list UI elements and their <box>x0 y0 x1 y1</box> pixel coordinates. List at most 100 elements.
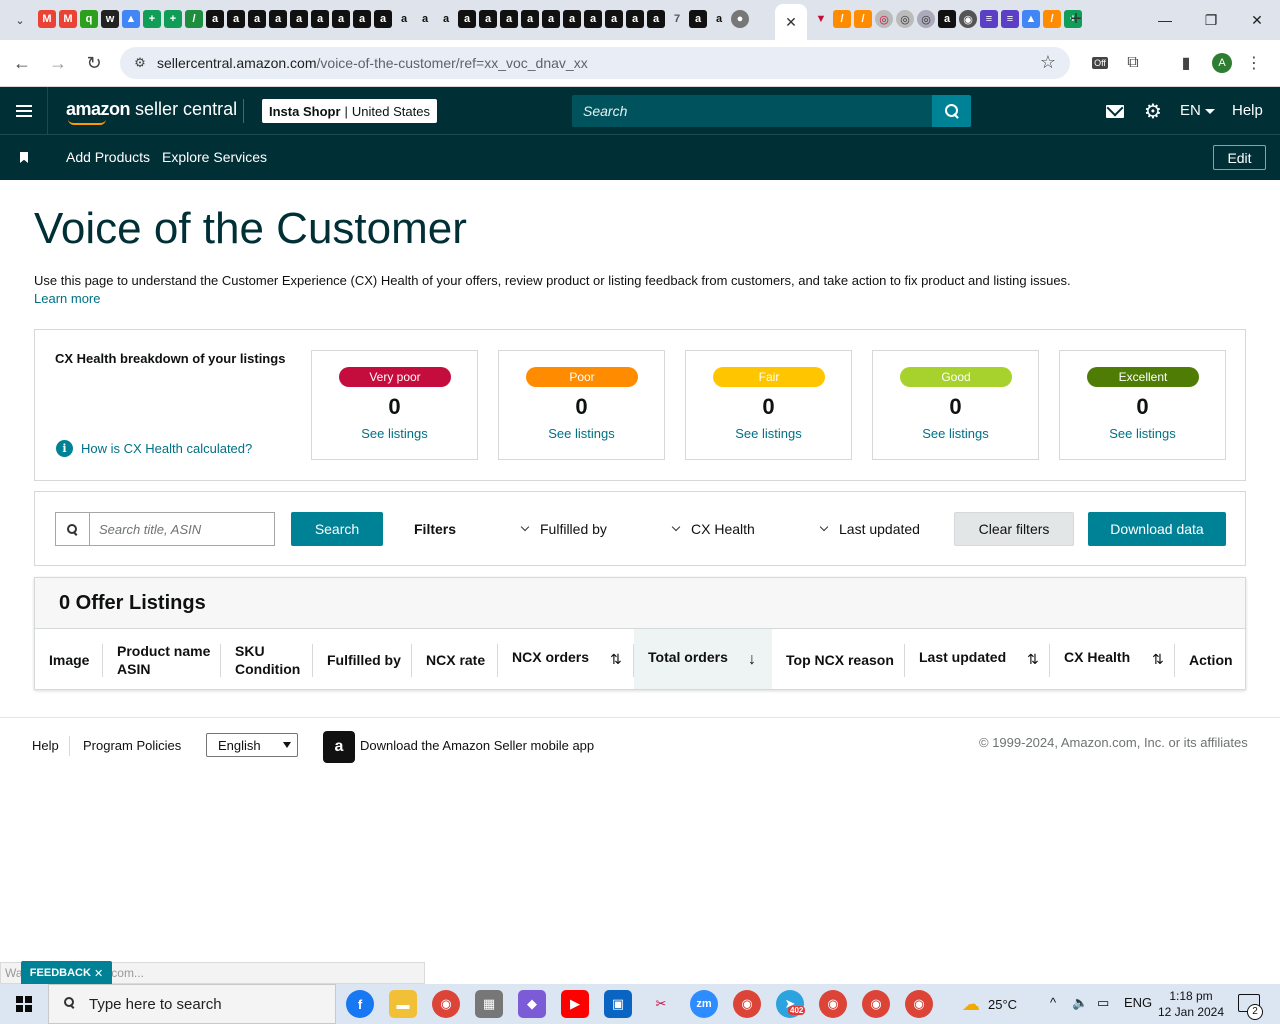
taskbar-clock[interactable]: 1:18 pm 12 Jan 2024 <box>1156 988 1226 1020</box>
youtube-icon[interactable]: ▶ <box>561 990 589 1018</box>
facebook-icon[interactable]: f <box>346 990 374 1018</box>
amazon-smile-tab-icon[interactable]: a <box>437 10 455 28</box>
see-listings-good-link[interactable]: See listings <box>873 426 1038 441</box>
help-link[interactable]: Help <box>1232 102 1263 119</box>
chrome-icon[interactable]: ◉ <box>432 990 460 1018</box>
app-tab-icon[interactable]: ◎ <box>896 10 914 28</box>
amazon-smile-tab-icon[interactable]: a <box>395 10 413 28</box>
chrome-profile-icon[interactable]: ◉ <box>905 990 933 1018</box>
profile-avatar[interactable]: A <box>1212 53 1232 73</box>
amazon-smile-tab-icon[interactable]: a <box>416 10 434 28</box>
sort-descending-icon[interactable]: ↓ <box>748 651 756 669</box>
app-tab-icon[interactable]: / <box>854 10 872 28</box>
feedback-button[interactable]: FEEDBACK ✕ <box>21 961 112 985</box>
amazon-tab-icon[interactable]: a <box>563 10 581 28</box>
sort-icon[interactable]: ⇅ <box>610 651 622 668</box>
bookmark-star-icon[interactable]: ☆ <box>1040 52 1056 73</box>
last-updated-dropdown[interactable]: Last updated <box>819 521 920 537</box>
chrome-tab-icon[interactable]: ◉ <box>959 10 977 28</box>
close-tab-icon[interactable]: ✕ <box>785 14 797 31</box>
volume-icon[interactable]: 🔈 <box>1072 995 1088 1011</box>
back-icon[interactable]: ← <box>10 51 34 75</box>
cx-health-dropdown[interactable]: CX Health <box>671 521 755 537</box>
header-search-button[interactable] <box>932 95 971 127</box>
seller-central-logo[interactable]: amazon seller central <box>66 99 237 125</box>
bookmark-icon[interactable] <box>20 152 28 163</box>
telegram-icon[interactable]: ➤ 402 <box>776 990 806 1018</box>
amazon-tab-icon[interactable]: a <box>206 10 224 28</box>
cx-health-calculation-link[interactable]: i How is CX Health calculated? <box>56 440 252 457</box>
app-tab-icon[interactable]: ◎ <box>875 10 893 28</box>
see-listings-excellent-link[interactable]: See listings <box>1060 426 1225 441</box>
sort-icon[interactable]: ⇅ <box>1027 651 1039 668</box>
column-ncx-orders[interactable]: NCX orders ⇅ <box>512 629 630 689</box>
header-search-input[interactable]: Search <box>572 95 932 127</box>
close-window-icon[interactable]: ✕ <box>1234 0 1280 40</box>
taskbar-search-input[interactable]: Type here to search <box>48 984 336 1024</box>
input-language[interactable]: ENG <box>1124 995 1152 1010</box>
messages-mail-icon[interactable] <box>1103 99 1127 123</box>
extensions-puzzle-icon[interactable]: ⧉ <box>1121 51 1145 75</box>
program-policies-link[interactable]: Program Policies <box>83 738 181 753</box>
globe-tab-icon[interactable]: ● <box>731 10 749 28</box>
new-tab-button[interactable]: + <box>1066 8 1086 30</box>
app-tab-icon[interactable]: 7 <box>668 10 686 28</box>
side-panel-icon[interactable]: ▮ <box>1174 51 1198 75</box>
amazon-tab-icon[interactable]: a <box>542 10 560 28</box>
amazon-tab-icon[interactable]: a <box>269 10 287 28</box>
amazon-tab-icon[interactable]: a <box>521 10 539 28</box>
footer-help-link[interactable]: Help <box>32 738 59 753</box>
minimize-icon[interactable]: — <box>1142 0 1188 40</box>
chrome-profile-icon[interactable]: ◉ <box>819 990 847 1018</box>
see-listings-poor-link[interactable]: See listings <box>499 426 664 441</box>
amazon-seller-app-icon[interactable]: a <box>323 731 355 763</box>
tab-search-icon[interactable]: ⌄ <box>8 8 32 32</box>
windows-start-icon[interactable] <box>0 984 48 1024</box>
app-tab-icon[interactable]: / <box>185 10 203 28</box>
listing-search-button[interactable]: Search <box>291 512 383 546</box>
amazon-tab-icon[interactable]: a <box>626 10 644 28</box>
footer-language-select[interactable]: English <box>206 733 298 757</box>
amazon-tab-icon[interactable]: a <box>290 10 308 28</box>
amazon-tab-icon[interactable]: a <box>647 10 665 28</box>
see-listings-very-poor-link[interactable]: See listings <box>312 426 477 441</box>
hamburger-menu-icon[interactable] <box>0 87 48 135</box>
app-tab-icon[interactable]: ▼ <box>812 10 830 28</box>
copilot-icon[interactable]: ◆ <box>518 990 546 1018</box>
drive-tab-icon[interactable]: ▲ <box>122 10 140 28</box>
explore-services-link[interactable]: Explore Services <box>162 149 267 165</box>
amazon-tab-icon[interactable]: a <box>584 10 602 28</box>
forward-icon[interactable]: → <box>46 51 70 75</box>
calculator-icon[interactable]: ▦ <box>475 990 503 1018</box>
amazon-tab-icon[interactable]: a <box>479 10 497 28</box>
amazon-smile-tab-icon[interactable]: a <box>710 10 728 28</box>
close-icon[interactable]: ✕ <box>94 967 103 980</box>
sheets-tab-icon[interactable]: + <box>164 10 182 28</box>
amazon-tab-icon[interactable]: a <box>332 10 350 28</box>
app-tab-icon[interactable]: / <box>833 10 851 28</box>
omnibox[interactable]: ⚙ sellercentral.amazon.com/voice-of-the-… <box>120 47 1070 79</box>
column-last-updated[interactable]: Last updated ⇅ <box>919 629 1044 689</box>
column-cx-health[interactable]: CX Health ⇅ <box>1064 629 1169 689</box>
gmail-tab-icon[interactable]: M <box>38 10 56 28</box>
amazon-tab-icon[interactable]: a <box>938 10 956 28</box>
amazon-tab-icon[interactable]: a <box>374 10 392 28</box>
snipping-tool-icon[interactable]: ✂ <box>647 990 675 1018</box>
reload-icon[interactable]: ↻ <box>82 51 106 75</box>
extension-icon[interactable]: Off <box>1088 51 1112 75</box>
zoom-icon[interactable]: zm <box>690 990 718 1018</box>
chrome-profile-icon[interactable]: ◉ <box>733 990 761 1018</box>
amazon-tab-icon[interactable]: a <box>605 10 623 28</box>
app-tab-icon[interactable]: / <box>1043 10 1061 28</box>
column-total-orders[interactable]: Total orders ↓ <box>634 629 772 689</box>
learn-more-link[interactable]: Learn more <box>34 291 100 306</box>
drive-tab-icon[interactable]: ▲ <box>1022 10 1040 28</box>
language-selector[interactable]: EN <box>1180 102 1215 119</box>
download-app-link[interactable]: Download the Amazon Seller mobile app <box>360 738 594 753</box>
url-text[interactable]: sellercentral.amazon.com/voice-of-the-cu… <box>157 55 588 71</box>
restore-icon[interactable]: ❐ <box>1188 0 1234 40</box>
weather-widget[interactable]: ☁ 25°C <box>962 994 1017 1015</box>
store-icon[interactable]: ▣ <box>604 990 632 1018</box>
sheets-tab-icon[interactable]: + <box>143 10 161 28</box>
chrome-profile-icon[interactable]: ◉ <box>862 990 890 1018</box>
